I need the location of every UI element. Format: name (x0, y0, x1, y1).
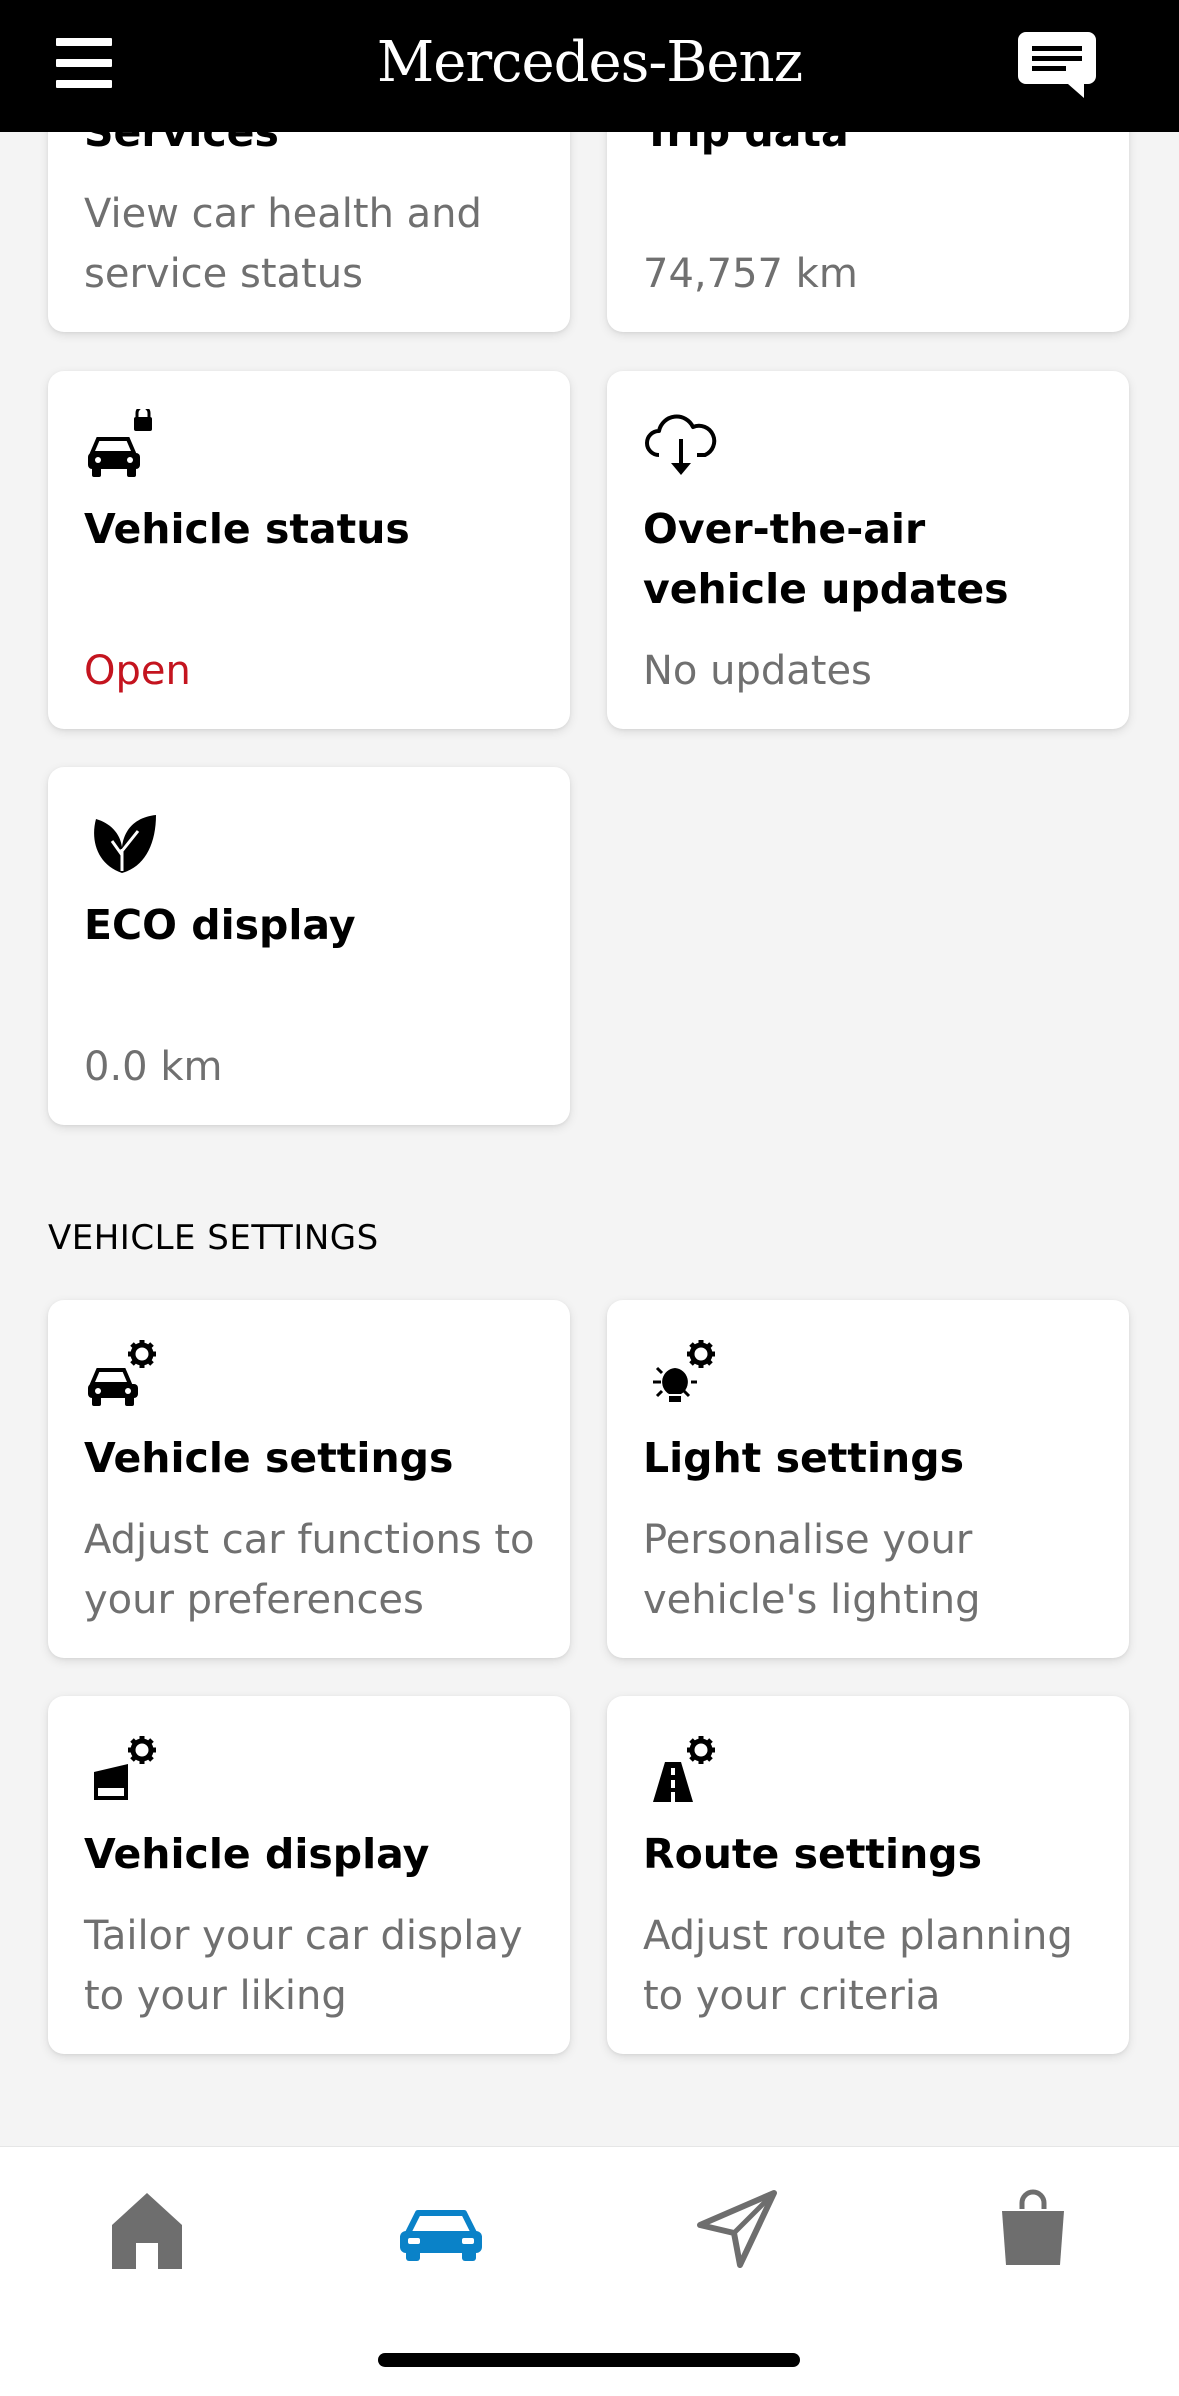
card-title: Over-the-air vehicle updates (643, 505, 1009, 613)
navigation-arrow-icon[interactable] (692, 2185, 782, 2275)
card-subtitle: 0.0 km (84, 1044, 223, 1090)
car-icon[interactable] (396, 2185, 486, 2275)
car-gear-icon (84, 1338, 160, 1414)
card-title: Vehicle display (84, 1830, 430, 1878)
eco-display-card[interactable]: ECO display 0.0 km (48, 767, 570, 1125)
home-icon[interactable] (102, 2185, 192, 2275)
ota-updates-card[interactable]: Over-the-air vehicle updates No updates (607, 371, 1129, 729)
nav-divider (0, 2120, 1145, 2146)
shopping-bag-icon[interactable] (988, 2185, 1078, 2275)
card-title: Light settings (643, 1434, 964, 1482)
card-title: ECO display (84, 901, 356, 949)
card-subtitle: Tailor your car display to your liking (84, 1913, 523, 2019)
card-subtitle: 74,757 km (643, 251, 858, 297)
road-gear-icon (643, 1734, 719, 1810)
light-settings-card[interactable]: Light settings Personalise your vehicle'… (607, 1300, 1129, 1658)
route-settings-card[interactable]: Route settings Adjust route planning to … (607, 1696, 1129, 2054)
card-subtitle: Personalise your vehicle's lighting (643, 1517, 981, 1623)
home-indicator[interactable] (378, 2353, 800, 2367)
brand-logo: Mercedes-Benz (376, 30, 803, 95)
card-title: Vehicle settings (84, 1434, 454, 1482)
display-gear-icon (84, 1734, 160, 1810)
section-title-vehicle-settings: VEHICLE SETTINGS (48, 1218, 379, 1258)
card-title: Vehicle status (84, 505, 410, 553)
card-subtitle-status: Open (84, 648, 191, 694)
vehicle-status-card[interactable]: Vehicle status Open (48, 371, 570, 729)
card-subtitle: Adjust car functions to your preferences (84, 1517, 535, 1623)
leaf-icon (84, 805, 160, 881)
chat-bubble-icon[interactable] (1016, 30, 1098, 100)
card-subtitle: View car health and service status (84, 191, 482, 297)
car-lock-icon (84, 405, 160, 485)
app-header: Mercedes-Benz (0, 0, 1179, 132)
card-subtitle: No updates (643, 648, 872, 694)
card-title: Route settings (643, 1830, 983, 1878)
vehicle-display-card[interactable]: Vehicle display Tailor your car display … (48, 1696, 570, 2054)
vehicle-settings-card[interactable]: Vehicle settings Adjust car functions to… (48, 1300, 570, 1658)
cloud-download-icon (643, 409, 719, 485)
light-gear-icon (643, 1338, 719, 1414)
card-subtitle: Adjust route planning to your criteria (643, 1913, 1073, 2019)
